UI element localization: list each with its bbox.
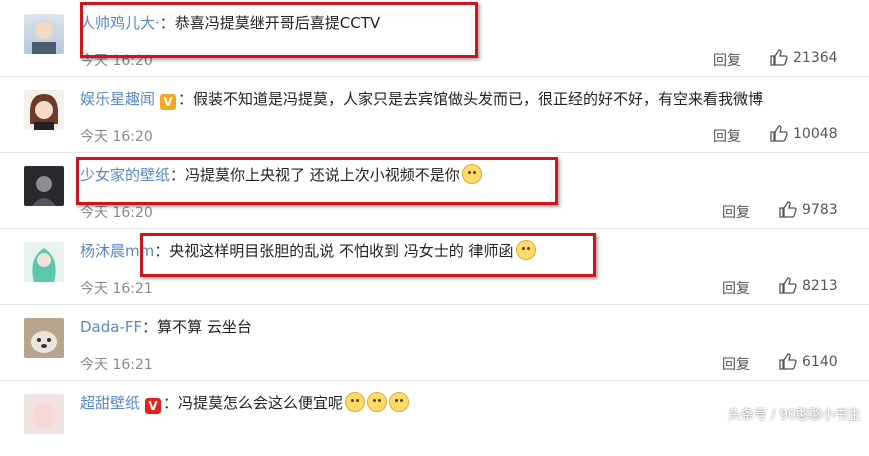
comment-text: 假装不知道是冯提莫，人家只是去宾馆做头发而已，很正经的好不好，有空来看我微博 <box>193 90 764 108</box>
like-button[interactable]: 9783 <box>779 200 838 220</box>
emoji-icon <box>345 392 366 412</box>
comment-item: 少女家的壁纸：冯提莫你上央视了 还说上次小视频不是你 今天 16:20 回复 9… <box>0 152 869 229</box>
comment-time: 今天 16:21 <box>80 281 153 297</box>
thumbs-up-icon <box>770 49 788 66</box>
comment-text: 算不算 云坐台 <box>157 318 252 336</box>
watermark: 头条号 / 90憨憨小书生 <box>727 408 861 423</box>
thumbs-up-icon <box>779 353 797 370</box>
comment-time: 今天 16:21 <box>80 357 153 373</box>
comment-text: 冯提莫你上央视了 还说上次小视频不是你 <box>185 166 460 184</box>
comment-line: 娱乐星趣闻 V ：假装不知道是冯提莫，人家只是去宾馆做头发而已，很正经的好不好，有空… <box>80 88 763 110</box>
avatar[interactable] <box>24 14 64 54</box>
avatar[interactable] <box>24 90 64 130</box>
avatar[interactable] <box>24 242 64 282</box>
like-count: 10048 <box>793 126 838 142</box>
comment-item: Dada-FF：算不算 云坐台 今天 16:21 回复 6140 <box>0 304 869 381</box>
comment-item: 杨沐晨mm：央视这样明目张胆的乱说 不怕收到 冯女士的 律师函 今天 16:21… <box>0 228 869 305</box>
comment-line: 超甜壁纸 V ：冯提莫怎么会这么便宜呢 <box>80 392 410 414</box>
reply-button[interactable]: 回复 <box>722 354 750 374</box>
verified-badge-icon: V <box>160 94 177 110</box>
username-link[interactable]: 超甜壁纸 <box>80 394 140 412</box>
username-link[interactable]: Dada-FF <box>80 318 142 336</box>
thumbs-up-icon <box>779 277 797 294</box>
like-button[interactable]: 21364 <box>770 48 838 68</box>
comment-line: 人帅鸡儿大·：恭喜冯提莫继开哥后喜提CCTV <box>80 12 380 34</box>
emoji-icon <box>461 164 482 184</box>
reply-button[interactable]: 回复 <box>713 50 741 70</box>
like-button[interactable]: 8213 <box>779 276 838 296</box>
username-link[interactable]: 杨沐晨mm <box>80 242 154 260</box>
emoji-icon <box>515 240 536 260</box>
like-count: 8213 <box>802 278 838 294</box>
avatar[interactable] <box>24 394 64 434</box>
comment-line: 少女家的壁纸：冯提莫你上央视了 还说上次小视频不是你 <box>80 164 482 186</box>
username-link[interactable]: 人帅鸡儿大· <box>80 14 160 32</box>
comment-line: Dada-FF：算不算 云坐台 <box>80 316 252 338</box>
like-button[interactable]: 10048 <box>770 124 838 144</box>
comment-time: 今天 16:20 <box>80 205 153 221</box>
separator: ： <box>170 166 186 184</box>
avatar[interactable] <box>24 318 64 358</box>
comment-time: 今天 16:20 <box>80 129 153 145</box>
emoji-icon <box>367 392 388 412</box>
separator: ： <box>163 394 179 412</box>
comment-line: 杨沐晨mm：央视这样明目张胆的乱说 不怕收到 冯女士的 律师函 <box>80 240 536 262</box>
avatar[interactable] <box>24 166 64 206</box>
comment-text: 恭喜冯提莫继开哥后喜提CCTV <box>174 14 381 32</box>
like-count: 9783 <box>802 202 838 218</box>
comment-text: 央视这样明目张胆的乱说 不怕收到 冯女士的 律师函 <box>169 242 514 260</box>
comment-time: 今天 16:20 <box>80 53 153 69</box>
username-link[interactable]: 娱乐星趣闻 <box>80 90 155 108</box>
reply-button[interactable]: 回复 <box>713 126 741 146</box>
like-count: 21364 <box>793 50 838 66</box>
comment-item: 娱乐星趣闻 V ：假装不知道是冯提莫，人家只是去宾馆做头发而已，很正经的好不好，有空… <box>0 76 869 153</box>
separator: ： <box>154 242 170 260</box>
like-count: 6140 <box>802 354 838 370</box>
like-button[interactable]: 6140 <box>779 352 838 372</box>
verified-badge-icon: V <box>145 398 162 414</box>
separator: ： <box>159 14 175 32</box>
separator: ： <box>142 318 158 336</box>
reply-button[interactable]: 回复 <box>722 202 750 222</box>
username-link[interactable]: 少女家的壁纸 <box>80 166 170 184</box>
comment-item: 人帅鸡儿大·：恭喜冯提莫继开哥后喜提CCTV 今天 16:20 回复 21364 <box>0 0 869 77</box>
separator: ： <box>178 90 194 108</box>
emoji-icon <box>389 392 410 412</box>
comment-text: 冯提莫怎么会这么便宜呢 <box>178 394 344 412</box>
reply-button[interactable]: 回复 <box>722 278 750 298</box>
thumbs-up-icon <box>779 201 797 218</box>
thumbs-up-icon <box>770 125 788 142</box>
